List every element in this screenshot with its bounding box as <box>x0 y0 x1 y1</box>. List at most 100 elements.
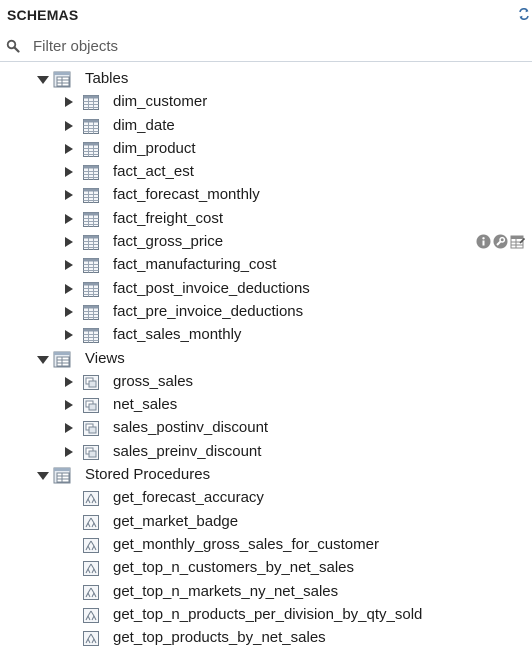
table-icon <box>83 258 99 274</box>
tree-item[interactable]: get_top_n_markets_ny_net_sales <box>0 581 532 604</box>
view-icon <box>83 374 99 390</box>
table-data-icon[interactable] <box>510 234 525 249</box>
stored-procedure-icon <box>83 607 99 623</box>
tree-item[interactable]: sales_preinv_discount <box>0 441 532 464</box>
table-icon <box>83 165 99 181</box>
tree-item[interactable]: get_top_n_customers_by_net_sales <box>0 557 532 580</box>
expand-arrow-right-icon[interactable] <box>64 143 74 154</box>
stored-procedure-icon <box>83 537 99 553</box>
tree-item-label: dim_date <box>113 116 175 134</box>
expand-arrow-right-icon[interactable] <box>64 190 74 201</box>
tree-item[interactable]: get_top_products_by_net_sales <box>0 627 532 650</box>
stored-procedure-icon <box>83 561 99 577</box>
tree-item-label: fact_freight_cost <box>113 209 224 227</box>
tables-folder-icon <box>53 71 71 88</box>
tree-group-label: Stored Procedures <box>85 466 211 484</box>
tree-item[interactable]: sales_postinv_discount <box>0 417 532 440</box>
expand-arrow-right-icon[interactable] <box>64 330 74 341</box>
tree-item[interactable]: fact_post_invoice_deductions <box>0 278 532 301</box>
tree-item-label: get_top_n_markets_ny_net_sales <box>113 582 339 600</box>
tree-item[interactable]: get_forecast_accuracy <box>0 487 532 510</box>
stored-procedure-icon <box>83 491 99 507</box>
expand-arrow-down-icon[interactable] <box>37 471 49 481</box>
tree-item[interactable]: dim_date <box>0 115 532 138</box>
expand-arrow-right-icon[interactable] <box>64 306 74 317</box>
view-icon <box>83 444 99 460</box>
tree-group-label: Tables <box>85 70 129 87</box>
table-icon <box>83 118 99 134</box>
tree-item[interactable]: fact_freight_cost <box>0 208 532 231</box>
tree-item[interactable]: fact_forecast_monthly <box>0 184 532 207</box>
tree-item[interactable]: gross_sales <box>0 371 532 394</box>
tree-item[interactable]: net_sales <box>0 394 532 417</box>
expand-arrow-right-icon[interactable] <box>64 97 74 108</box>
filter-objects-input[interactable] <box>27 35 529 57</box>
stored-procedure-icon <box>83 584 99 600</box>
schemas-header: SCHEMAS <box>0 0 532 32</box>
tree-group-label: Views <box>85 349 125 367</box>
tree-item-label: sales_postinv_discount <box>113 419 269 437</box>
tree-item[interactable]: get_market_badge <box>0 511 532 534</box>
tree-item-label: get_top_products_by_net_sales <box>113 629 326 647</box>
tree-item[interactable]: fact_sales_monthly <box>0 324 532 347</box>
expand-arrow-right-icon[interactable] <box>64 167 74 178</box>
tree-group-stored-procedures[interactable]: Stored Procedures <box>0 464 532 487</box>
filter-bar <box>0 33 532 62</box>
table-icon <box>83 188 99 204</box>
stored-procedures-folder-icon <box>53 467 71 484</box>
tree-item[interactable]: get_top_n_products_per_division_by_qty_s… <box>0 604 532 627</box>
stored-procedure-icon <box>83 631 99 647</box>
info-icon[interactable] <box>476 234 491 249</box>
stored-procedure-icon <box>83 514 99 530</box>
tree-item-label: get_top_n_products_per_division_by_qty_s… <box>113 605 423 623</box>
tree-item-label: get_forecast_accuracy <box>113 489 264 507</box>
tree-item-label: fact_pre_invoice_deductions <box>113 302 304 320</box>
tree-item[interactable]: dim_customer <box>0 91 532 114</box>
view-icon <box>83 421 99 437</box>
expand-arrow-right-icon[interactable] <box>64 237 74 248</box>
tree-item-label: fact_manufacturing_cost <box>113 256 277 274</box>
tree-item-label: gross_sales <box>113 372 194 390</box>
tree-group-views[interactable]: Views <box>0 348 532 371</box>
tree-item[interactable]: dim_product <box>0 138 532 161</box>
wrench-icon[interactable] <box>493 234 508 249</box>
schema-tree: Tables dim_customer dim_date dim_productfac… <box>0 68 532 650</box>
views-folder-icon <box>53 351 71 368</box>
tree-item-label: fact_forecast_monthly <box>113 186 260 204</box>
tree-item-label: get_monthly_gross_sales_for_customer <box>113 535 379 553</box>
expand-arrow-right-icon[interactable] <box>64 213 74 224</box>
tree-item-label: net_sales <box>113 396 178 414</box>
tree-item[interactable]: fact_manufacturing_cost <box>0 254 532 277</box>
tree-item-label: fact_gross_price <box>113 233 224 251</box>
expand-arrow-right-icon[interactable] <box>64 423 74 434</box>
tree-item-label: dim_product <box>113 139 196 157</box>
tree-item-label: fact_act_est <box>113 163 194 181</box>
expand-arrow-down-icon[interactable] <box>37 75 49 85</box>
tree-item[interactable]: fact_gross_price <box>0 231 532 254</box>
tree-item-label: fact_sales_monthly <box>113 326 242 344</box>
tree-item[interactable]: get_monthly_gross_sales_for_customer <box>0 534 532 557</box>
expand-arrow-right-icon[interactable] <box>64 400 74 411</box>
table-icon <box>83 328 99 344</box>
tree-group-tables[interactable]: Tables <box>0 68 532 91</box>
expand-arrow-down-icon[interactable] <box>37 355 49 365</box>
table-icon <box>83 141 99 157</box>
expand-arrow-right-icon[interactable] <box>64 283 74 294</box>
view-icon <box>83 398 99 414</box>
table-icon <box>83 235 99 251</box>
expand-arrow-right-icon[interactable] <box>64 446 74 457</box>
tree-item-label: dim_customer <box>113 93 208 111</box>
panel-title: SCHEMAS <box>7 7 79 23</box>
tree-item-label: get_top_n_customers_by_net_sales <box>113 559 354 577</box>
table-icon <box>83 95 99 111</box>
tree-item[interactable]: fact_pre_invoice_deductions <box>0 301 532 324</box>
expand-arrow-right-icon[interactable] <box>64 376 74 387</box>
expand-arrow-right-icon[interactable] <box>64 260 74 271</box>
table-icon <box>83 304 99 320</box>
search-icon <box>6 39 20 53</box>
expand-arrow-right-icon[interactable] <box>64 120 74 131</box>
tree-item[interactable]: fact_act_est <box>0 161 532 184</box>
refresh-icon[interactable] <box>518 8 530 20</box>
tree-item-label: sales_preinv_discount <box>113 442 262 460</box>
tree-item-label: get_market_badge <box>113 512 239 530</box>
